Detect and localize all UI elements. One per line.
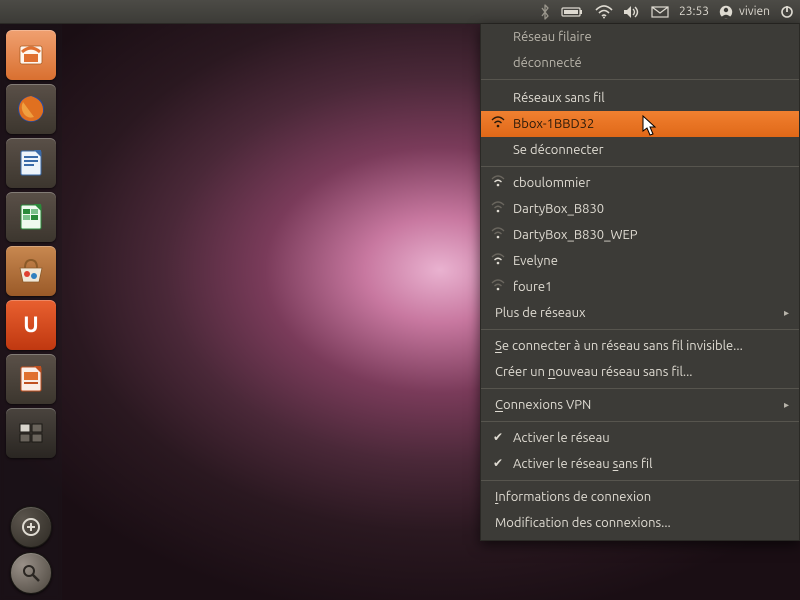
wifi-signal-icon <box>491 174 505 192</box>
label-part: Activer le réseau <box>513 457 613 471</box>
label-rest: ouveau réseau sans fil... <box>555 365 692 379</box>
connection-info[interactable]: Informations de connexion <box>481 484 799 510</box>
menu-separator <box>481 329 799 330</box>
menu-separator <box>481 79 799 80</box>
mouse-cursor <box>642 115 658 141</box>
launcher-calc[interactable] <box>6 192 56 242</box>
wifi-connected-item[interactable]: Bbox-1BBD32 <box>481 111 799 137</box>
top-panel: 23:53 vivien <box>0 0 800 24</box>
label-part: Créer un <box>495 365 548 379</box>
launcher-firefox[interactable] <box>6 84 56 134</box>
mnemonic: S <box>495 339 502 353</box>
user-icon <box>719 5 733 19</box>
wifi-ssid-label: foure1 <box>513 280 552 294</box>
wifi-ssid-label: DartyBox_B830 <box>513 202 604 216</box>
launcher: U <box>0 24 62 600</box>
clock[interactable]: 23:53 <box>679 5 709 18</box>
power-icon[interactable] <box>780 5 794 19</box>
launcher-workspace-switcher[interactable] <box>6 408 56 458</box>
wifi-icon[interactable] <box>595 5 613 19</box>
wifi-signal-icon <box>491 226 505 244</box>
bluetooth-icon[interactable] <box>539 4 551 20</box>
wired-header: Réseau filaire <box>481 24 799 50</box>
more-networks[interactable]: Plus de réseaux <box>481 300 799 326</box>
user-name: vivien <box>739 5 770 18</box>
wifi-item[interactable]: DartyBox_B830 <box>481 196 799 222</box>
user-menu[interactable]: vivien <box>719 5 770 19</box>
label-rest: e connecter à un réseau sans fil invisib… <box>502 339 743 353</box>
volume-icon[interactable] <box>623 5 641 19</box>
wireless-header: Réseaux sans fil <box>481 83 799 111</box>
wifi-ssid-label: Evelyne <box>513 254 558 268</box>
vpn-connections[interactable]: Connexions VPN <box>481 392 799 418</box>
battery-icon[interactable] <box>561 6 585 18</box>
menu-separator <box>481 480 799 481</box>
svg-text:U: U <box>23 312 38 337</box>
edit-connections[interactable]: Modification des connexions... <box>481 510 799 536</box>
enable-wifi[interactable]: ✔ Activer le réseau sans fil <box>481 451 799 477</box>
launcher-files-lens[interactable] <box>10 552 52 594</box>
connect-hidden[interactable]: Se connecter à un réseau sans fil invisi… <box>481 333 799 359</box>
wifi-item[interactable]: cboulommier <box>481 170 799 196</box>
check-icon: ✔ <box>493 455 503 473</box>
wifi-item[interactable]: DartyBox_B830_WEP <box>481 222 799 248</box>
menu-separator <box>481 388 799 389</box>
launcher-writer[interactable] <box>6 138 56 188</box>
menu-separator <box>481 166 799 167</box>
menu-separator <box>481 421 799 422</box>
launcher-software-center[interactable] <box>6 246 56 296</box>
wifi-signal-icon <box>491 278 505 296</box>
wifi-item[interactable]: foure1 <box>481 274 799 300</box>
mnemonic: C <box>495 398 503 412</box>
label: Activer le réseau <box>513 431 610 445</box>
launcher-impress[interactable] <box>6 354 56 404</box>
network-menu: Réseau filaire déconnecté Réseaux sans f… <box>480 24 800 541</box>
wifi-ssid-label: Bbox-1BBD32 <box>513 117 594 131</box>
wifi-item[interactable]: Evelyne <box>481 248 799 274</box>
enable-networking[interactable]: ✔ Activer le réseau <box>481 425 799 451</box>
wifi-signal-icon <box>491 115 505 133</box>
wifi-ssid-label: cboulommier <box>513 176 590 190</box>
launcher-apps-lens[interactable] <box>10 506 52 548</box>
label-rest: nformations de connexion <box>498 490 651 504</box>
wifi-ssid-label: DartyBox_B830_WEP <box>513 228 638 242</box>
wifi-signal-icon <box>491 252 505 270</box>
label-rest: onnexions VPN <box>503 398 591 412</box>
mail-icon[interactable] <box>651 6 669 18</box>
wifi-signal-icon <box>491 200 505 218</box>
create-network[interactable]: Créer un nouveau réseau sans fil... <box>481 359 799 385</box>
launcher-ubuntu-one[interactable]: U <box>6 300 56 350</box>
label-rest: ans fil <box>618 457 652 471</box>
wired-status: déconnecté <box>481 50 799 76</box>
wifi-disconnect[interactable]: Se déconnecter <box>481 137 799 163</box>
launcher-files[interactable] <box>6 30 56 80</box>
check-icon: ✔ <box>493 429 503 447</box>
